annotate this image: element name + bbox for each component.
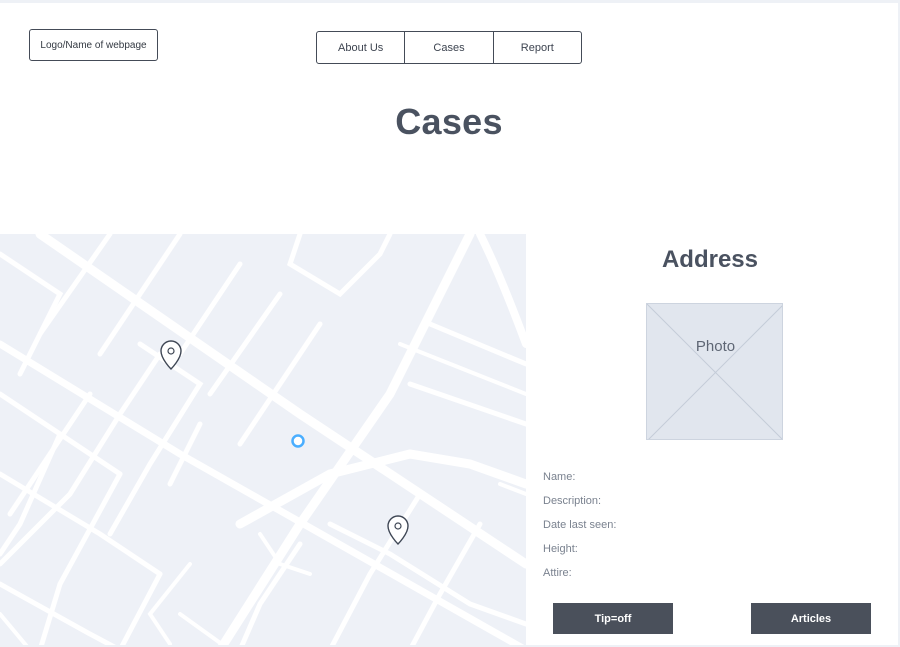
page: Logo/Name of webpage About Us Cases Repo… xyxy=(0,0,900,647)
nav-item-report[interactable]: Report xyxy=(494,32,581,63)
tipoff-button[interactable]: Tip=off xyxy=(553,603,673,634)
case-detail-panel: Address Photo Name: Description: Date la… xyxy=(526,234,898,645)
logo-text: Logo/Name of webpage xyxy=(40,39,147,51)
main-nav: About Us Cases Report xyxy=(316,31,582,64)
photo-placeholder-icon xyxy=(647,304,782,439)
map-canvas[interactable] xyxy=(0,234,526,647)
detail-name-label: Name: xyxy=(543,471,576,483)
nav-item-about-us[interactable]: About Us xyxy=(317,32,406,63)
detail-attire-label: Attire: xyxy=(543,567,572,579)
articles-button[interactable]: Articles xyxy=(751,603,871,634)
nav-item-cases[interactable]: Cases xyxy=(405,32,494,63)
page-title: Cases xyxy=(395,101,503,142)
photo-placeholder: Photo xyxy=(646,303,783,440)
address-title: Address xyxy=(661,246,759,273)
detail-height-label: Height: xyxy=(543,543,578,555)
location-dot-icon xyxy=(291,434,305,448)
case-details: Name: Description: Date last seen: Heigh… xyxy=(543,471,873,591)
map-view[interactable] xyxy=(0,234,526,647)
photo-label: Photo xyxy=(695,338,736,355)
logo[interactable]: Logo/Name of webpage xyxy=(29,29,158,61)
detail-description-label: Description: xyxy=(543,495,602,507)
detail-date-last-seen-label: Date last seen: xyxy=(543,519,617,531)
